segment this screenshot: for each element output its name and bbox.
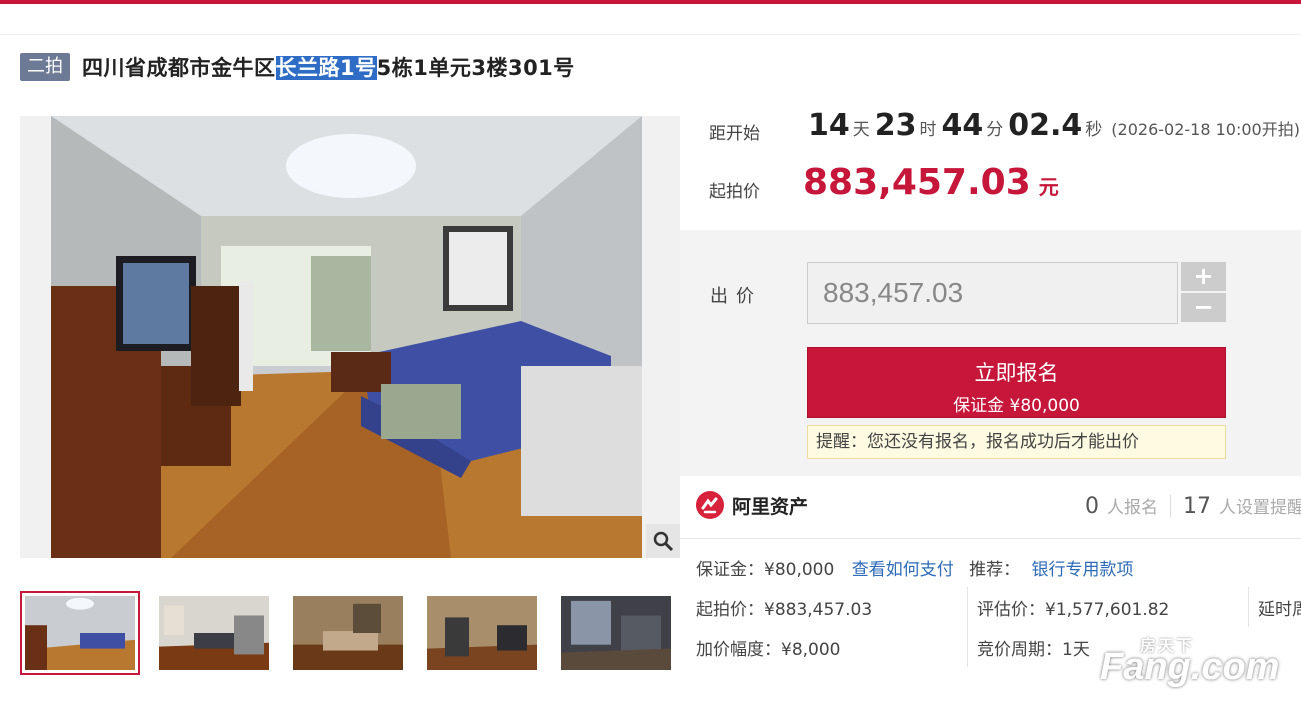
bank-account-link[interactable]: 银行专用款项 [1032, 560, 1134, 580]
increase-bid-button[interactable]: + [1181, 262, 1226, 291]
thumbnail-1-image [25, 596, 135, 670]
watermark-main-text: Fang.com [1100, 646, 1280, 688]
ali-assets-logo-icon [696, 491, 724, 519]
column-divider-2 [1248, 587, 1249, 627]
title-row: 二拍 四川省成都市金牛区长兰路1号5栋1单元3楼301号 [20, 52, 575, 82]
countdown-seconds-unit: 秒 [1085, 120, 1103, 140]
start-price-unit: 元 [1038, 175, 1059, 199]
auction-round-badge: 二拍 [20, 53, 70, 81]
details-divider [680, 538, 1301, 539]
countdown-hours: 23 [874, 108, 917, 143]
title-suffix: 5栋1单元3楼301号 [376, 56, 575, 80]
registered-count: 0 [1085, 494, 1099, 519]
delay-detail: 延时周 [1258, 600, 1301, 620]
zoom-button[interactable] [646, 524, 680, 558]
main-photo [51, 116, 642, 558]
thumbnail-strip [20, 591, 690, 675]
decrease-bid-button[interactable]: − [1181, 293, 1226, 322]
top-accent-line [0, 0, 1301, 4]
page-title: 四川省成都市金牛区长兰路1号5栋1单元3楼301号 [82, 52, 575, 82]
title-prefix: 四川省成都市金牛区 [82, 56, 276, 80]
stats-divider [1170, 495, 1171, 517]
countdown: 14 天 23 时 44 分 02.4 秒 (2026-02-18 10:00开… [808, 108, 1300, 143]
countdown-seconds: 02.4 [1008, 108, 1083, 143]
brand[interactable]: 阿里资产 [696, 491, 808, 519]
register-button[interactable]: 立即报名 保证金 ¥80,000 [807, 347, 1226, 418]
auction-stats: 0 人报名 17 人设置提醒 [1085, 493, 1301, 519]
title-highlight: 长兰路1号 [275, 56, 377, 80]
bid-label: 出价 [710, 286, 762, 307]
deposit-text: 保证金：¥80,000 [696, 560, 835, 580]
bid-panel: 出价 883,457.03 + − 立即报名 保证金 ¥80,000 提醒：您还… [680, 230, 1301, 476]
appraisal-detail: 评估价：¥1,577,601.82 [977, 600, 1170, 620]
start-price: 883,457.03 元 [803, 162, 1059, 203]
thumbnail-2-image [159, 596, 269, 670]
recommend-label: 推荐： [969, 560, 1021, 580]
countdown-days: 14 [808, 108, 850, 143]
start-time-note: (2026-02-18 10:00开拍) [1111, 120, 1300, 139]
deposit-row: 保证金：¥80,000 查看如何支付 推荐： 银行专用款项 [696, 555, 1134, 580]
registered-label: 人报名 [1107, 498, 1158, 518]
start-price-value: 883,457.03 [803, 162, 1031, 203]
reminder-label: 人设置提醒 [1219, 498, 1301, 518]
thumbnail-4-image [427, 596, 537, 670]
registration-notice: 提醒：您还没有报名，报名成功后才能出价 [807, 425, 1226, 459]
thumbnail-1[interactable] [20, 591, 140, 675]
countdown-days-unit: 天 [852, 120, 870, 140]
countdown-minutes: 44 [941, 108, 984, 143]
register-button-label: 立即报名 [974, 361, 1059, 385]
start-price-detail: 起拍价：¥883,457.03 [696, 600, 873, 620]
thumbnail-4[interactable] [422, 591, 542, 675]
brand-name: 阿里资产 [732, 495, 809, 518]
countdown-label: 距开始 [709, 124, 760, 144]
reminder-count: 17 [1183, 494, 1211, 519]
bid-amount-input[interactable]: 883,457.03 [807, 262, 1178, 324]
watermark: 房天下 Fang.com [1100, 630, 1290, 690]
countdown-minutes-unit: 分 [986, 120, 1004, 140]
header-divider [0, 34, 1301, 35]
increment-detail: 加价幅度：¥8,000 [696, 640, 841, 660]
deposit-amount-label: 保证金 ¥80,000 [953, 396, 1080, 416]
how-to-pay-link[interactable]: 查看如何支付 [852, 560, 954, 580]
start-price-label: 起拍价 [709, 182, 760, 202]
main-photo-viewer[interactable] [20, 116, 680, 558]
thumbnail-2[interactable] [154, 591, 274, 675]
thumbnail-3[interactable] [288, 591, 408, 675]
thumbnail-5[interactable] [556, 591, 676, 675]
thumbnail-3-image [293, 596, 403, 670]
countdown-hours-unit: 时 [919, 120, 937, 140]
column-divider-1 [967, 587, 968, 667]
thumbnail-5-image [561, 596, 671, 670]
magnifier-icon [653, 531, 674, 552]
cycle-detail: 竞价周期：1天 [977, 640, 1090, 660]
